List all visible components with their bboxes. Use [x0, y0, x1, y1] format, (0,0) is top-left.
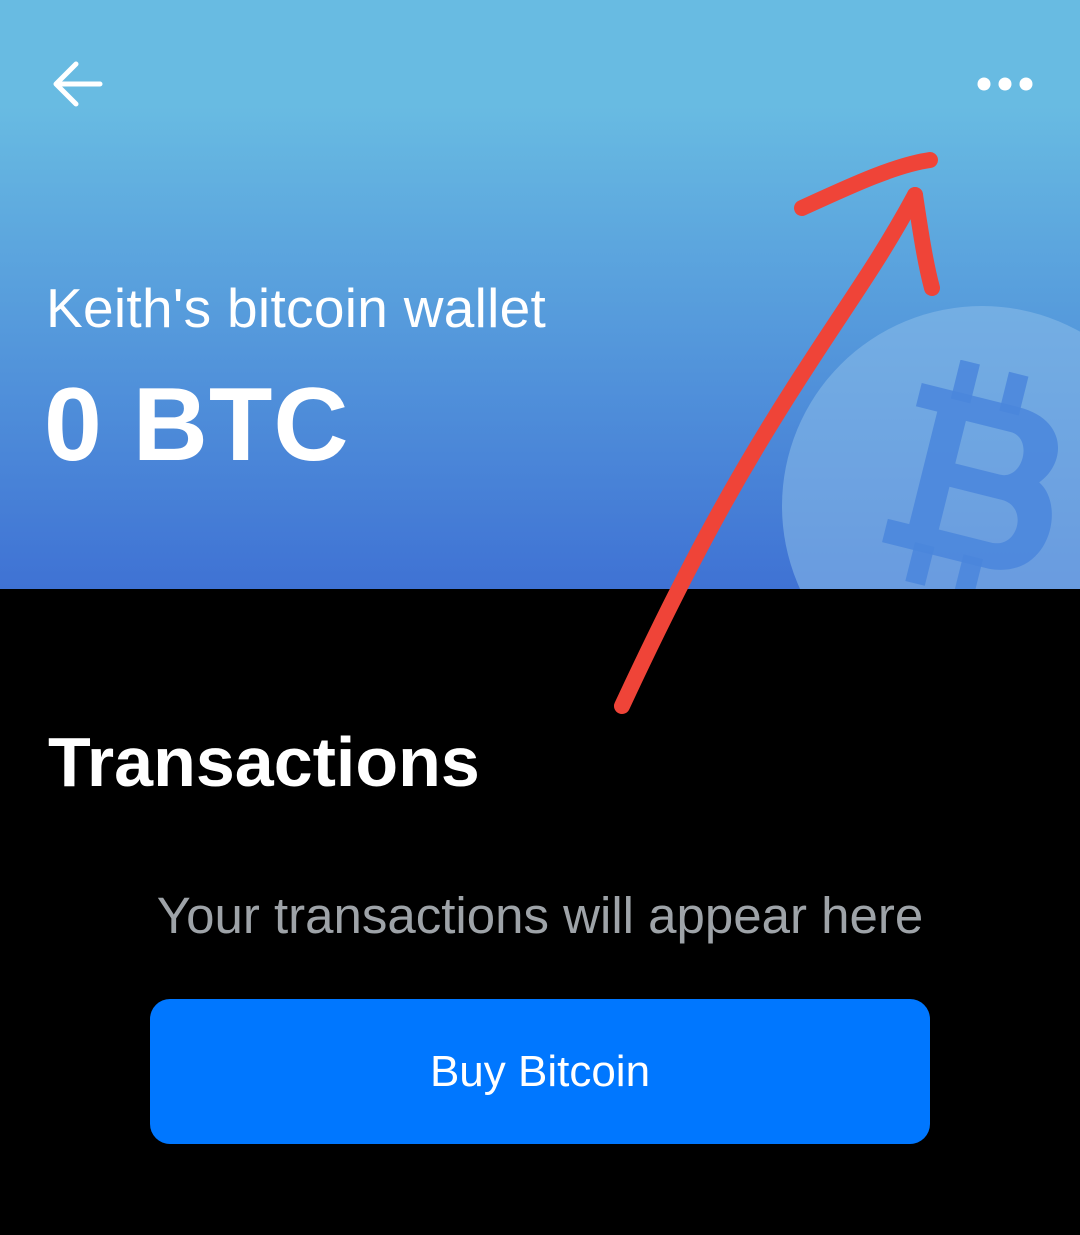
more-options-button[interactable]	[962, 52, 1050, 116]
transactions-heading: Transactions	[48, 723, 480, 801]
wallet-header: Keith's bitcoin wallet 0 BTC	[0, 0, 1080, 589]
buy-bitcoin-label: Buy Bitcoin	[429, 1046, 651, 1096]
wallet-name: Keith's bitcoin wallet	[46, 277, 547, 339]
back-button[interactable]	[38, 48, 118, 120]
empty-transactions-message: Your transactions will appear here	[156, 887, 924, 944]
buy-bitcoin-button[interactable]: Buy Bitcoin	[150, 999, 930, 1144]
wallet-balance: 0 BTC	[44, 367, 350, 483]
wallet-screen: Keith's bitcoin wallet 0 BTC Transaction…	[0, 0, 1080, 1235]
bitcoin-icon	[882, 360, 1058, 589]
more-horizontal-icon	[977, 77, 1033, 91]
arrow-left-icon	[53, 61, 103, 107]
